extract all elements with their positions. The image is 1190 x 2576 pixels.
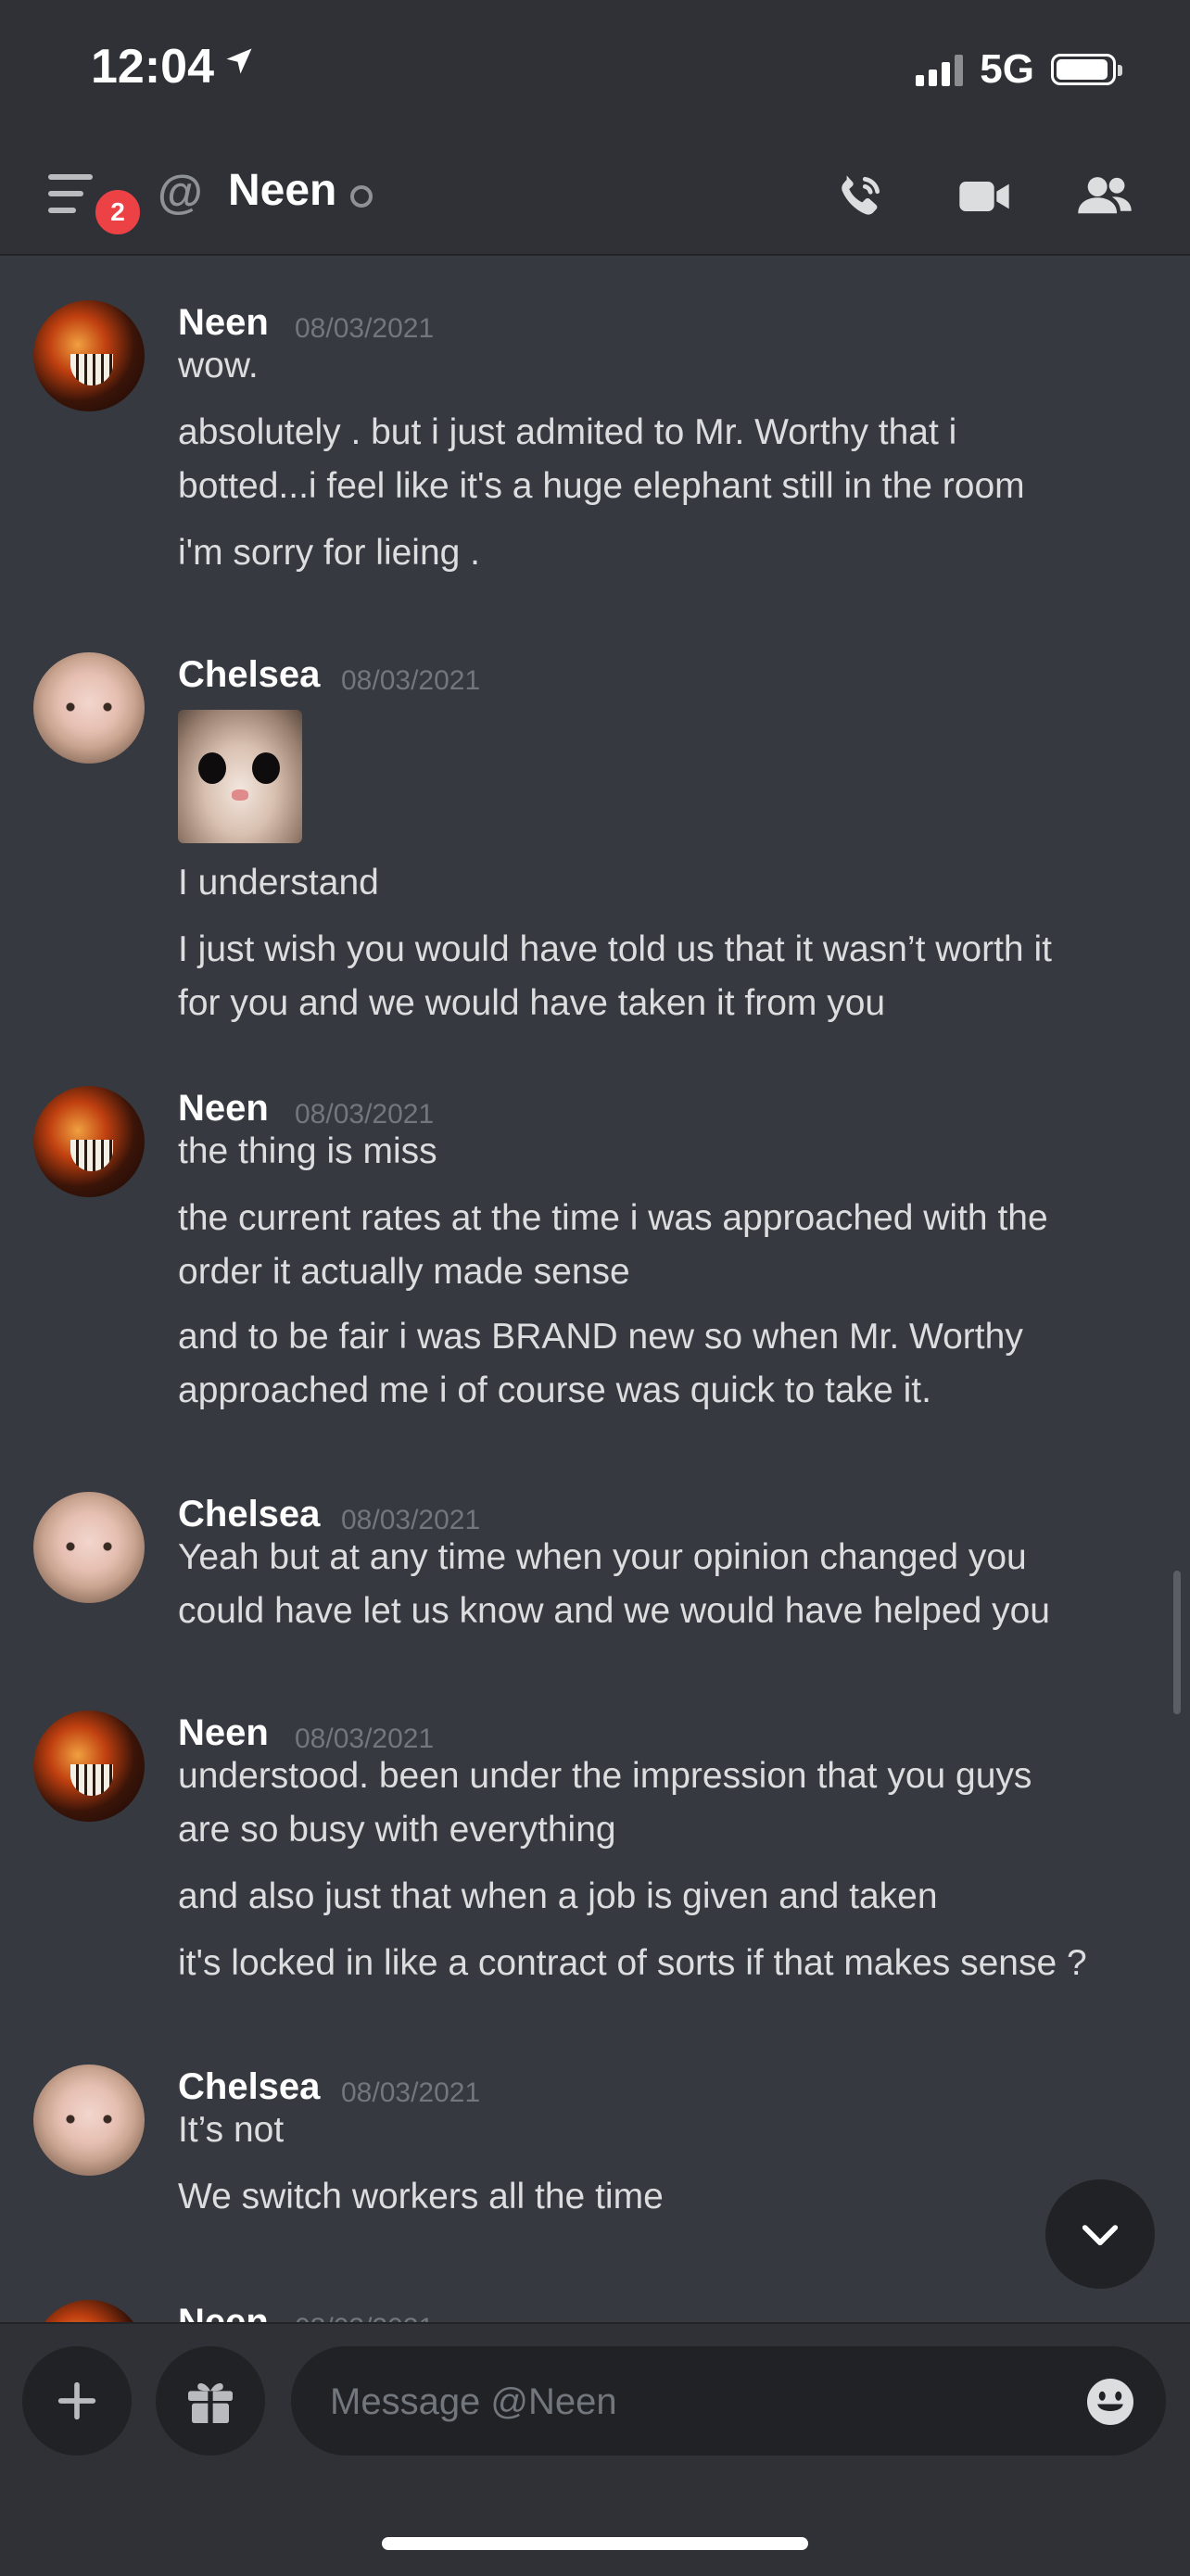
- message-text: understood. been under the impression th…: [178, 1756, 1032, 1796]
- message-timestamp: 08/03/2021: [295, 2313, 434, 2322]
- message-text: the current rates at the time i was appr…: [178, 1198, 1048, 1238]
- message-text: Yeah but at any time when your opinion c…: [178, 1537, 1027, 1577]
- message-author[interactable]: Neen: [178, 1712, 269, 1754]
- message-author[interactable]: Neen: [178, 1088, 269, 1130]
- message-timestamp: 08/03/2021: [295, 313, 435, 344]
- message-text: and to be fair i was BRAND new so when M…: [178, 1317, 1023, 1357]
- message-input[interactable]: [328, 2346, 1055, 2457]
- message-text: absolutely . but i just admited to Mr. W…: [178, 412, 957, 452]
- unread-badge: 2: [91, 185, 145, 239]
- neen-avatar[interactable]: [33, 300, 145, 411]
- jump-to-present-button[interactable]: [1045, 2179, 1155, 2289]
- message-text: It’s not: [178, 2110, 285, 2150]
- chelsea-avatar[interactable]: [33, 2065, 145, 2176]
- status-bar: 12:04 5G: [0, 0, 1190, 139]
- network-type: 5G: [980, 46, 1034, 92]
- message-text: are so busy with everything: [178, 1810, 616, 1850]
- message-text: for you and we would have taken it from …: [178, 983, 886, 1023]
- chelsea-avatar[interactable]: [33, 652, 145, 764]
- battery-icon: [1051, 54, 1122, 85]
- message-text: I understand: [178, 863, 379, 903]
- neen-avatar[interactable]: [33, 1086, 145, 1197]
- message-timestamp: 08/03/2021: [341, 2077, 481, 2108]
- message-text: order it actually made sense: [178, 1252, 630, 1292]
- message-input-container[interactable]: [291, 2346, 1166, 2457]
- chevron-down-icon: [1082, 2225, 1119, 2246]
- dm-recipient-name[interactable]: Neen: [228, 165, 336, 216]
- neen-avatar[interactable]: [33, 1711, 145, 1822]
- message-text: wow.: [178, 346, 259, 385]
- location-arrow-icon: [226, 48, 252, 74]
- message-text: could have let us know and we would have…: [178, 1591, 1050, 1631]
- message-author[interactable]: Neen: [178, 2302, 269, 2322]
- message-text: the thing is miss: [178, 1131, 437, 1171]
- scrollbar[interactable]: [1173, 1571, 1181, 1714]
- message-text: I just wish you would have told us that …: [178, 929, 1052, 969]
- neen-avatar[interactable]: [33, 2300, 145, 2322]
- message-text: and also just that when a job is given a…: [178, 1876, 938, 1916]
- home-indicator: [382, 2537, 808, 2550]
- plus-icon: [57, 2381, 96, 2420]
- message-text: it's locked in like a contract of sorts …: [178, 1943, 1087, 1983]
- message-text: i'm sorry for lieing .: [178, 533, 481, 573]
- message-text: approached me i of course was quick to t…: [178, 1370, 931, 1410]
- chelsea-avatar[interactable]: [33, 1492, 145, 1603]
- message-author[interactable]: Chelsea: [178, 654, 320, 696]
- members-icon[interactable]: [1073, 167, 1136, 226]
- message-author[interactable]: Chelsea: [178, 1494, 320, 1535]
- message-timestamp: 08/03/2021: [341, 665, 481, 696]
- status-time: 12:04: [91, 40, 214, 94]
- signal-strength-icon: [916, 53, 964, 86]
- message-list[interactable]: Neen 08/03/2021 wow. absolutely . but i …: [0, 256, 1190, 2322]
- voice-call-icon[interactable]: [830, 167, 890, 226]
- message-text: We switch workers all the time: [178, 2177, 664, 2216]
- at-sign-icon: @: [158, 166, 203, 218]
- attach-button[interactable]: [22, 2346, 132, 2456]
- emoji-icon[interactable]: [1082, 2374, 1138, 2430]
- message-author[interactable]: Chelsea: [178, 2066, 320, 2108]
- offline-status-icon: [350, 185, 373, 208]
- gift-button[interactable]: [156, 2346, 265, 2456]
- message-author[interactable]: Neen: [178, 302, 269, 344]
- message-text: botted...i feel like it's a huge elephan…: [178, 466, 1025, 506]
- gift-icon: [188, 2382, 233, 2423]
- video-call-icon[interactable]: [955, 167, 1014, 226]
- crying-cat-image[interactable]: [178, 710, 302, 843]
